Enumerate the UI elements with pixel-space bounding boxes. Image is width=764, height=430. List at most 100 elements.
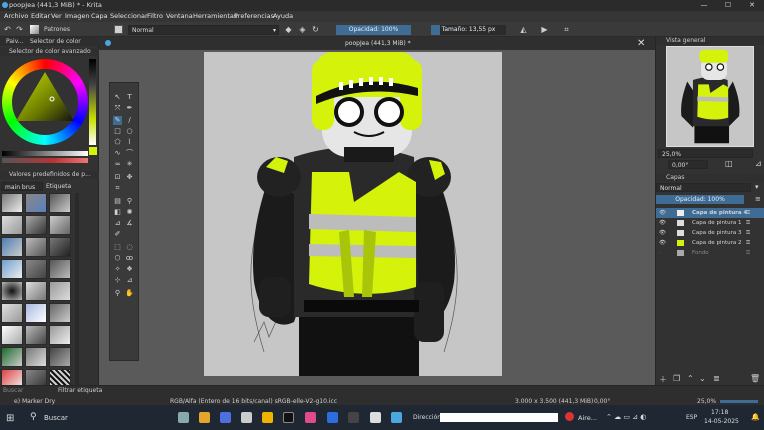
- close-button[interactable]: ✕: [740, 0, 764, 11]
- layer-opacity-slider[interactable]: Opacidad: 100%: [656, 195, 744, 204]
- overview-zoom-field[interactable]: 25,0%: [658, 149, 753, 158]
- alpha-lock-icon[interactable]: ◈: [298, 25, 307, 34]
- brush-preset[interactable]: [49, 347, 71, 367]
- notification-icon[interactable]: 🔔: [751, 413, 760, 421]
- layer-lock-icon[interactable]: ⚿: [746, 238, 750, 248]
- assistant-tool-icon[interactable]: ⊿: [113, 219, 122, 228]
- undo-icon[interactable]: ↶: [3, 25, 12, 34]
- menu-capa[interactable]: Capa: [91, 12, 108, 20]
- size-slider[interactable]: Tamaño: 13,55 px: [431, 25, 506, 35]
- layer-filter-icon[interactable]: ▾: [755, 183, 759, 191]
- taskbar-app-icon[interactable]: [262, 412, 273, 423]
- rectangle-tool-icon[interactable]: □: [113, 127, 122, 136]
- filter-tag-label[interactable]: Filtrar etiqueta: [58, 387, 102, 394]
- contiguous-select-icon[interactable]: ✧: [113, 265, 122, 274]
- weather-label[interactable]: Aire...: [578, 414, 597, 422]
- taskbar-app-icon[interactable]: [370, 412, 381, 423]
- brush-preset[interactable]: [25, 281, 47, 301]
- brush-preset[interactable]: [49, 193, 71, 213]
- move-tool-icon[interactable]: ✥: [125, 173, 134, 182]
- visibility-eye-icon[interactable]: ·: [659, 248, 661, 258]
- brush-preset[interactable]: [49, 259, 71, 279]
- brush-preset[interactable]: [25, 303, 47, 323]
- taskbar-app-icon[interactable]: [241, 412, 252, 423]
- layer-row[interactable]: · Fondo ⚿: [656, 248, 764, 258]
- polygon-select-icon[interactable]: ⬡: [113, 254, 122, 263]
- multibrush-icon[interactable]: ✳: [125, 160, 134, 169]
- layer-lock-icon[interactable]: ⚿: [746, 228, 750, 238]
- mirror-view-icon[interactable]: ◫: [725, 159, 733, 168]
- menu-herramientas[interactable]: Herramientas: [193, 12, 237, 20]
- zoom-tool-icon[interactable]: ⚲: [113, 289, 122, 298]
- visibility-eye-icon[interactable]: 👁: [659, 208, 666, 218]
- layer-lock-icon[interactable]: ⚿: [746, 218, 750, 228]
- address-bar-input[interactable]: [440, 413, 558, 422]
- search-brush-input[interactable]: Buscar: [3, 387, 24, 394]
- pan-tool-icon[interactable]: ✋: [125, 289, 134, 298]
- crop-tool-icon[interactable]: ⌗: [113, 184, 122, 193]
- polygon-tool-icon[interactable]: ⬠: [113, 138, 122, 147]
- layer-menu-icon[interactable]: ≡: [755, 195, 761, 203]
- reload-icon[interactable]: ↻: [311, 25, 320, 34]
- canvas-paper[interactable]: [204, 52, 502, 376]
- taskbar-search-input[interactable]: Buscar: [44, 414, 68, 422]
- transform-tool-icon[interactable]: ⊡: [113, 173, 122, 182]
- taskbar-search-icon[interactable]: ⚲: [30, 412, 37, 422]
- brush-preset[interactable]: [49, 215, 71, 235]
- redo-icon[interactable]: ↷: [15, 25, 24, 34]
- layer-row[interactable]: 👁 Capa de pintura 2 ⚿: [656, 238, 764, 248]
- brush-preset[interactable]: [25, 347, 47, 367]
- history-gradient-bar[interactable]: [2, 151, 88, 156]
- menu-ayuda[interactable]: Ayuda: [273, 12, 293, 20]
- bezier-tool-icon[interactable]: ∿: [113, 149, 122, 158]
- fill-tool-icon[interactable]: ◧: [113, 208, 122, 217]
- bezier-select-icon[interactable]: ⊹: [113, 276, 122, 285]
- brush-preset[interactable]: [1, 347, 23, 367]
- taskbar-app-icon[interactable]: [283, 412, 294, 423]
- taskbar-app-icon[interactable]: [220, 412, 231, 423]
- layer-row[interactable]: 👁 Capa de pintura 1 ⚿: [656, 218, 764, 228]
- move-up-icon[interactable]: ⌃: [687, 374, 694, 383]
- overview-thumbnail[interactable]: [666, 46, 754, 147]
- menu-ventana[interactable]: Ventana: [166, 12, 193, 20]
- color-picker-icon[interactable]: ⚲: [125, 197, 134, 206]
- visibility-eye-icon[interactable]: 👁: [659, 238, 666, 248]
- minimize-button[interactable]: —: [692, 0, 716, 11]
- magnetic-select-icon[interactable]: ⊿: [125, 276, 134, 285]
- language-indicator[interactable]: ESP: [686, 414, 697, 421]
- taskbar-app-icon[interactable]: [348, 412, 359, 423]
- brush-preset[interactable]: [25, 325, 47, 345]
- select-shapes-icon[interactable]: ↖: [113, 93, 122, 102]
- move-down-icon[interactable]: ⌄: [699, 374, 706, 383]
- duplicate-layer-icon[interactable]: ❐: [673, 374, 680, 383]
- taskbar-app-icon[interactable]: [305, 412, 316, 423]
- calligraphy-icon[interactable]: ✒: [125, 104, 134, 113]
- foreground-color-swatch[interactable]: [89, 147, 97, 155]
- document-tab-title[interactable]: poopJea (441,3 MiB) *: [345, 40, 411, 47]
- layer-row[interactable]: 👁 Capa de pintura 4 ⚿: [656, 208, 764, 218]
- brush-preset[interactable]: [1, 281, 23, 301]
- menu-archivo[interactable]: Archivo: [4, 12, 28, 20]
- brush-preset[interactable]: [1, 303, 23, 323]
- zoom-slider[interactable]: [720, 400, 758, 403]
- layer-row[interactable]: 👁 Capa de pintura 3 ⚿: [656, 228, 764, 238]
- menu-filtro[interactable]: Filtro: [147, 12, 163, 20]
- menu-seleccionar[interactable]: Seleccionar: [110, 12, 148, 20]
- recent-colors-bar[interactable]: [2, 158, 88, 163]
- windows-start-icon[interactable]: ⊞: [6, 413, 14, 424]
- visibility-eye-icon[interactable]: 👁: [659, 218, 666, 228]
- brush-preset[interactable]: [1, 259, 23, 279]
- brush-preset[interactable]: [25, 237, 47, 257]
- layer-blend-select[interactable]: Normal: [656, 183, 751, 192]
- blend-mode-select[interactable]: Normal ▾: [128, 25, 279, 35]
- polyline-tool-icon[interactable]: ⌇: [125, 138, 134, 147]
- freehand-select-icon[interactable]: ꝏ: [125, 254, 134, 263]
- mirror-icon[interactable]: ◭: [519, 25, 528, 34]
- brush-preset[interactable]: [1, 237, 23, 257]
- brush-preset[interactable]: [49, 325, 71, 345]
- pin-icon[interactable]: ⊿: [755, 159, 762, 168]
- layer-lock-icon[interactable]: ⚿: [746, 248, 750, 258]
- similar-select-icon[interactable]: ❖: [125, 265, 134, 274]
- value-strip[interactable]: [89, 59, 96, 145]
- brush-preset[interactable]: [25, 215, 47, 235]
